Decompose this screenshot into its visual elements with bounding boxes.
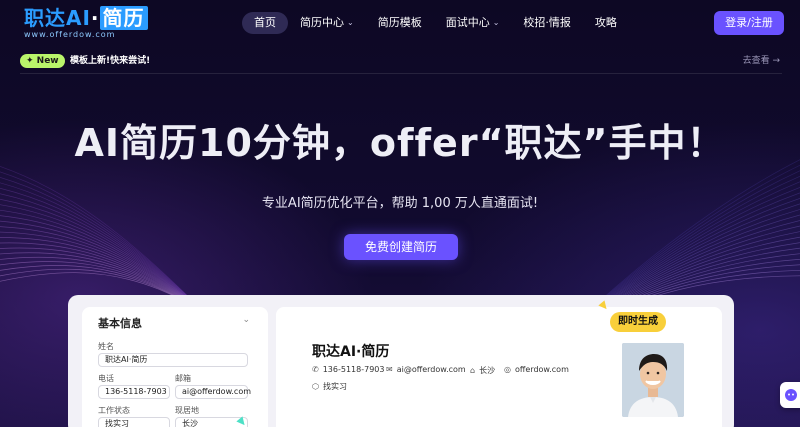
chevron-down-icon: ⌄ bbox=[492, 18, 500, 27]
logo-text-a: 职达 bbox=[24, 6, 66, 30]
view-now-link[interactable]: 去查看 → bbox=[743, 54, 780, 68]
top-header: 职达AI· 简历 www.offerdow.com 首页 简历中心 ⌄ 简历模板 面… bbox=[0, 0, 800, 48]
resume-status: ⬡ 找实习 bbox=[312, 381, 347, 392]
basic-info-form: 基本信息 ⌄ 姓名 职达AI·简历 电话 136-5118-7903 邮箱 ai… bbox=[82, 307, 268, 427]
nav-item-interview-center[interactable]: 面试中心 ⌄ bbox=[434, 12, 512, 34]
logo-text-ai: AI bbox=[66, 6, 91, 30]
nav-label: 简历中心 bbox=[300, 16, 344, 29]
nav-label: 校招·情报 bbox=[523, 16, 571, 29]
announcement-text[interactable]: 模板上新!快来尝试! bbox=[70, 54, 150, 68]
form-section-title: 基本信息 bbox=[98, 317, 142, 330]
resume-location: ⌂ 长沙 bbox=[470, 365, 495, 376]
chat-assistant-button[interactable] bbox=[780, 382, 800, 408]
nav-item-home[interactable]: 首页 bbox=[242, 12, 288, 34]
hero-title: AI简历10分钟，offer“职达”手中！ bbox=[74, 121, 726, 165]
email-label: 邮箱 bbox=[175, 374, 191, 383]
name-label: 姓名 bbox=[98, 342, 114, 351]
location-label: 现居地 bbox=[175, 406, 199, 415]
name-field[interactable]: 职达AI·简历 bbox=[98, 353, 248, 367]
nav-label: 面试中心 bbox=[445, 16, 490, 29]
phone-label: 电话 bbox=[98, 374, 114, 383]
logo-wordmark: 职达AI· 简历 bbox=[24, 6, 184, 30]
status-label: 工作状态 bbox=[98, 406, 130, 415]
instant-generate-badge: 即时生成 bbox=[610, 312, 666, 332]
resume-phone-text: 136-5118-7903 bbox=[322, 365, 385, 374]
chevron-down-icon: ⌄ bbox=[347, 18, 354, 27]
nav-item-guides[interactable]: 攻略 bbox=[583, 12, 629, 34]
nav-label: 首页 bbox=[254, 16, 276, 29]
globe-icon: ◎ bbox=[504, 365, 511, 374]
resume-status-text: 找实习 bbox=[322, 382, 347, 391]
phone-icon: ✆ bbox=[312, 365, 319, 374]
announcement-bar: ✦ New 模板上新!快来尝试! 去查看 → bbox=[20, 52, 782, 74]
resume-name: 职达AI·简历 bbox=[312, 344, 390, 360]
nav-item-campus-news[interactable]: 校招·情报 bbox=[511, 12, 583, 34]
login-register-button[interactable]: 登录/注册 bbox=[714, 11, 784, 35]
mail-icon: ✉ bbox=[386, 365, 393, 374]
logo-text-dot: · bbox=[90, 6, 100, 30]
hero-subtitle: 专业AI简历优化平台，帮助 1,00 万人直通面试! bbox=[261, 196, 539, 211]
resume-email: ✉ ai@offerdow.com bbox=[386, 365, 466, 374]
new-badge: ✦ New bbox=[20, 54, 65, 68]
logo-url: www.offerdow.com bbox=[24, 30, 116, 39]
profile-photo-illustration bbox=[622, 343, 684, 417]
phone-field[interactable]: 136-5118-7903 bbox=[98, 385, 170, 399]
resume-location-text: 长沙 bbox=[479, 366, 496, 375]
resume-phone: ✆ 136-5118-7903 bbox=[312, 365, 384, 374]
nav-item-resume-templates[interactable]: 简历模板 bbox=[366, 12, 434, 34]
resume-email-text: ai@offerdow.com bbox=[396, 365, 466, 374]
chevron-down-icon[interactable]: ⌄ bbox=[242, 315, 250, 325]
profile-photo bbox=[622, 343, 684, 417]
site-logo[interactable]: 职达AI· 简历 www.offerdow.com bbox=[24, 6, 184, 42]
main-nav: 首页 简历中心 ⌄ 简历模板 面试中心 ⌄ 校招·情报 攻略 bbox=[242, 12, 629, 34]
nav-label: 攻略 bbox=[594, 16, 617, 29]
status-field[interactable]: 找实习 bbox=[98, 417, 170, 427]
resume-website: ◎ offerdow.com bbox=[504, 365, 569, 374]
nav-item-resume-center[interactable]: 简历中心 ⌄ bbox=[288, 12, 366, 34]
nav-label: 简历模板 bbox=[377, 16, 422, 29]
resume-website-text: offerdow.com bbox=[514, 365, 569, 374]
email-field[interactable]: ai@offerdow.com bbox=[175, 385, 251, 399]
create-resume-button[interactable]: 免费创建简历 bbox=[344, 234, 458, 260]
home-icon: ⌂ bbox=[470, 366, 476, 375]
assistant-icon bbox=[785, 389, 797, 401]
status-icon: ⬡ bbox=[312, 382, 319, 391]
logo-text-resume: 简历 bbox=[99, 6, 148, 30]
